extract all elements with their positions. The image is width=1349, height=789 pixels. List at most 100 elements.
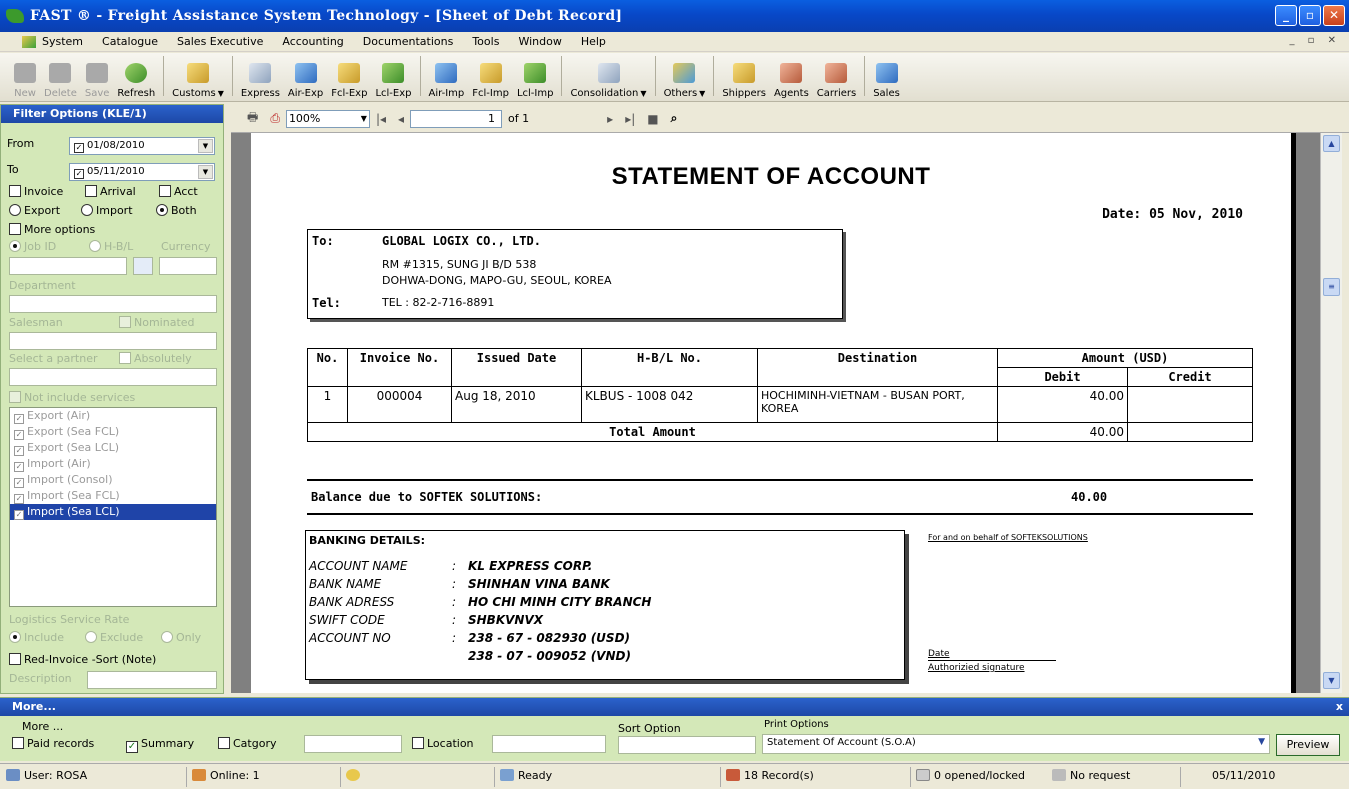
mdi-controls[interactable]: _ ▫ ✕ [1289, 35, 1341, 46]
last-page-icon[interactable]: ▸| [625, 112, 635, 126]
minimize-button[interactable]: _ [1275, 5, 1297, 26]
export-icon[interactable]: ⎙ [270, 111, 280, 126]
shippers-icon [733, 63, 756, 83]
col-amount: Amount (USD) [997, 348, 1253, 368]
from-date-picker[interactable]: ✓ 01/08/2010 ▼ [69, 137, 215, 155]
description-input[interactable] [87, 671, 217, 689]
arrival-checkbox[interactable]: Arrival [85, 185, 136, 198]
job-id-radio[interactable]: Job ID [9, 240, 56, 253]
lcl-imp-button[interactable]: Lcl-Imp [513, 53, 558, 99]
partner-input[interactable] [9, 368, 217, 386]
close-icon[interactable]: x [1336, 698, 1343, 716]
scroll-down-icon[interactable]: ▼ [1323, 672, 1340, 689]
menu-window[interactable]: Window [518, 35, 561, 48]
filter-title: Filter Options (KLE/1) [1, 105, 223, 123]
more-title: More... [12, 700, 56, 713]
next-page-icon[interactable]: ▸ [607, 112, 613, 126]
list-item[interactable]: ✓ Export (Air) [10, 408, 216, 424]
carriers-button[interactable]: Carriers [813, 53, 860, 99]
menu-help[interactable]: Help [581, 35, 606, 48]
fcl-imp-button[interactable]: Fcl-Imp [468, 53, 513, 99]
air-exp-button[interactable]: Air-Exp [284, 53, 327, 99]
sales-button[interactable]: Sales [869, 53, 904, 99]
vertical-scrollbar[interactable]: ▲ ≡ ▼ [1320, 133, 1342, 693]
paid-records-checkbox[interactable]: Paid records [12, 737, 94, 750]
restore-button[interactable]: ▫ [1299, 5, 1321, 26]
chevron-down-icon[interactable]: ▼ [1258, 737, 1265, 747]
exclude-radio[interactable]: Exclude [85, 631, 143, 644]
menu-tools[interactable]: Tools [472, 35, 499, 48]
menu-documentations[interactable]: Documentations [363, 35, 454, 48]
prev-page-icon[interactable]: ◂ [398, 112, 404, 126]
first-page-icon[interactable]: |◂ [376, 112, 386, 126]
chevron-down-icon[interactable]: ▼ [198, 165, 213, 179]
category-input[interactable] [304, 735, 402, 753]
others-button[interactable]: Others ▼ [660, 53, 710, 99]
salesman-input[interactable] [9, 332, 217, 350]
list-item[interactable]: ✓ Import (Air) [10, 456, 216, 472]
lcl-exp-button[interactable]: Lcl-Exp [371, 53, 415, 99]
chevron-down-icon[interactable]: ▼ [198, 139, 213, 153]
preview-button[interactable]: Preview [1276, 734, 1340, 756]
refresh-button[interactable]: Refresh [113, 53, 159, 99]
job-id-input[interactable] [9, 257, 127, 275]
save-button[interactable]: Save [81, 53, 114, 99]
new-button[interactable]: New [10, 53, 40, 99]
category-checkbox[interactable]: Catgory [218, 737, 276, 750]
status-online: Online: 1 [192, 769, 260, 782]
express-button[interactable]: Express [237, 53, 284, 99]
summary-checkbox[interactable]: ✓ Summary [126, 737, 194, 753]
red-invoice-checkbox[interactable]: Red-Invoice -Sort (Note) [9, 653, 156, 666]
hbl-radio[interactable]: H-B/L [89, 240, 133, 253]
scroll-up-icon[interactable]: ▲ [1323, 135, 1340, 152]
to-date-picker[interactable]: ✓ 05/11/2010 ▼ [69, 163, 215, 181]
print-options-select[interactable]: Statement Of Account (S.O.A) ▼ [762, 734, 1270, 754]
department-input[interactable] [9, 295, 217, 313]
services-list[interactable]: ✓ Export (Air) ✓ Export (Sea FCL) ✓ Export … [9, 407, 217, 607]
include-radio[interactable]: Include [9, 631, 64, 644]
delete-button[interactable]: Delete [40, 53, 81, 99]
list-item[interactable]: ✓ Export (Sea FCL) [10, 424, 216, 440]
customs-button[interactable]: Customs ▼ [168, 53, 228, 99]
menu-accounting[interactable]: Accounting [282, 35, 343, 48]
report-toolbar: 🖶 ⎙ 100% ▼ |◂ ◂ 1 of 1 ▸ ▸| ■ ⌕ [231, 105, 1349, 133]
list-item[interactable]: ✓ Import (Consol) [10, 472, 216, 488]
zoom-select[interactable]: 100% ▼ [285, 109, 370, 128]
sort-option-input[interactable] [618, 736, 756, 754]
stop-icon[interactable]: ■ [647, 112, 658, 126]
to-label: To [7, 163, 19, 176]
list-item[interactable]: ✓ Import (Sea LCL) [10, 504, 216, 520]
acct-checkbox[interactable]: Acct [159, 185, 198, 198]
close-button[interactable]: ✕ [1323, 5, 1345, 26]
menu-system[interactable]: System [42, 35, 83, 48]
print-icon[interactable]: 🖶 [247, 108, 258, 129]
import-radio[interactable]: Import [81, 204, 133, 217]
absolutely-checkbox[interactable]: Absolutely [119, 352, 192, 365]
table-row: 1 000004 Aug 18, 2010 KLBUS - 1008 042 H… [307, 386, 1253, 423]
location-input[interactable] [492, 735, 606, 753]
list-item[interactable]: ✓ Import (Sea FCL) [10, 488, 216, 504]
select-partner-label: Select a partner [9, 352, 98, 365]
not-include-checkbox[interactable]: Not include services [9, 391, 135, 404]
shippers-button[interactable]: Shippers [718, 53, 770, 99]
location-checkbox[interactable]: Location [412, 737, 474, 750]
page-number-input[interactable]: 1 [410, 109, 503, 128]
list-item[interactable]: ✓ Export (Sea LCL) [10, 440, 216, 456]
menu-sales-executive[interactable]: Sales Executive [177, 35, 263, 48]
fcl-exp-button[interactable]: Fcl-Exp [327, 53, 371, 99]
lookup-button[interactable] [133, 257, 153, 275]
invoice-checkbox[interactable]: Invoice [9, 185, 63, 198]
more-options-checkbox[interactable]: More options [9, 223, 95, 236]
only-radio[interactable]: Only [161, 631, 201, 644]
agents-button[interactable]: Agents [770, 53, 813, 99]
nominated-checkbox[interactable]: Nominated [119, 316, 195, 329]
consolidation-button[interactable]: Consolidation ▼ [566, 53, 650, 99]
export-radio[interactable]: Export [9, 204, 60, 217]
scroll-thumb[interactable]: ≡ [1323, 278, 1340, 296]
find-icon[interactable]: ⌕ [671, 111, 678, 126]
currency-input[interactable] [159, 257, 217, 275]
menu-catalogue[interactable]: Catalogue [102, 35, 158, 48]
new-icon [14, 63, 36, 83]
air-imp-button[interactable]: Air-Imp [425, 53, 469, 99]
both-radio[interactable]: Both [156, 204, 197, 217]
